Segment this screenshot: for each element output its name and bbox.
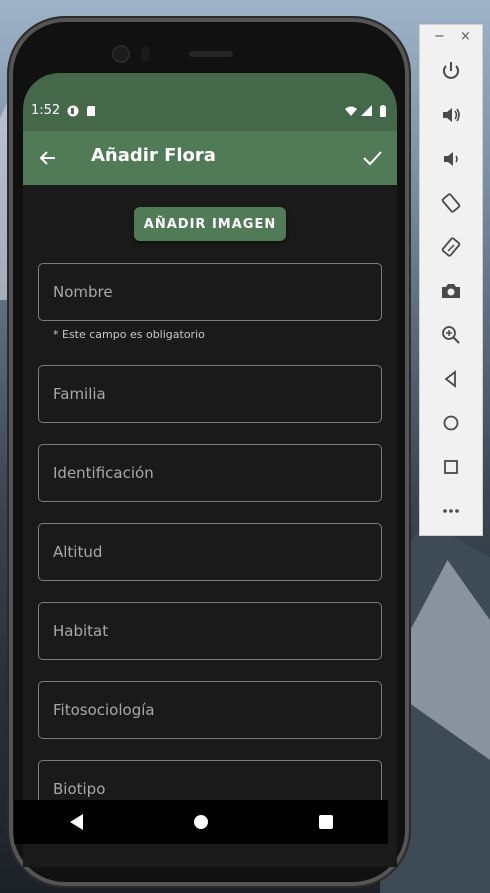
- camera-icon: [442, 284, 460, 298]
- emulator-toolbar: − ×: [419, 24, 483, 536]
- rotate-left-button[interactable]: [437, 189, 465, 217]
- overview-icon: [444, 460, 458, 474]
- emulator-overview-button[interactable]: [437, 453, 465, 481]
- phone-frame: 1:52 Añadir Flora AÑADIR IMAGEN Nombre *…: [9, 18, 409, 886]
- phone-bezel-top: [9, 18, 409, 78]
- back-icon: [444, 370, 456, 388]
- home-icon: [443, 415, 459, 431]
- rotate-left-icon: [441, 193, 461, 213]
- volume-down-button[interactable]: [437, 145, 465, 173]
- familia-input[interactable]: [39, 366, 381, 422]
- rotate-right-icon: [441, 237, 461, 257]
- battery-icon: [380, 105, 386, 117]
- status-bar: 1:52: [23, 73, 397, 131]
- power-icon: [443, 62, 459, 79]
- zoom-icon: [442, 326, 460, 344]
- notification-app-icon: [67, 105, 79, 117]
- emulator-back-button[interactable]: [437, 365, 465, 393]
- page-title: Añadir Flora: [91, 145, 216, 166]
- volume-up-button[interactable]: [437, 101, 465, 129]
- close-button[interactable]: ×: [460, 29, 471, 44]
- app-bar: Añadir Flora: [23, 131, 397, 185]
- add-image-button[interactable]: AÑADIR IMAGEN: [134, 207, 286, 241]
- habitat-input[interactable]: [39, 603, 381, 659]
- identificacion-field[interactable]: [38, 444, 382, 502]
- fitosociologia-input[interactable]: [39, 682, 381, 738]
- more-icon: [443, 509, 459, 513]
- volume-down-icon: [444, 152, 458, 166]
- save-check-icon[interactable]: [361, 147, 383, 169]
- altitud-input[interactable]: [39, 524, 381, 580]
- nav-home-icon[interactable]: [193, 815, 208, 829]
- status-time: 1:52: [31, 103, 61, 118]
- signal-icon: [361, 105, 372, 116]
- minimize-button[interactable]: −: [434, 29, 445, 44]
- nav-recents-icon[interactable]: [318, 815, 333, 829]
- nombre-input[interactable]: [39, 264, 381, 320]
- altitud-field[interactable]: [38, 523, 382, 581]
- sensor: [141, 46, 149, 62]
- phone-screen: 1:52 Añadir Flora AÑADIR IMAGEN Nombre *…: [23, 73, 397, 867]
- toolbar-window-controls: − ×: [420, 29, 482, 47]
- more-button[interactable]: [437, 497, 465, 525]
- habitat-field[interactable]: [38, 602, 382, 660]
- notification-icons: [67, 105, 97, 117]
- earpiece-speaker: [189, 51, 233, 57]
- familia-field[interactable]: [38, 365, 382, 423]
- fitosociologia-field[interactable]: [38, 681, 382, 739]
- system-icons: [345, 105, 389, 117]
- nombre-field[interactable]: [38, 263, 382, 321]
- wifi-icon: [345, 106, 357, 116]
- power-button[interactable]: [437, 57, 465, 85]
- screenshot-button[interactable]: [437, 277, 465, 305]
- rotate-right-button[interactable]: [437, 233, 465, 261]
- android-nav-bar: [14, 800, 388, 844]
- volume-up-icon: [443, 108, 460, 122]
- front-camera: [114, 47, 128, 61]
- back-arrow-icon[interactable]: [38, 148, 58, 168]
- emulator-home-button[interactable]: [437, 409, 465, 437]
- identificacion-input[interactable]: [39, 445, 381, 501]
- required-helper-text: * Este campo es obligatorio: [53, 328, 205, 341]
- form-content: AÑADIR IMAGEN * Este campo es obligatori…: [23, 185, 397, 867]
- zoom-button[interactable]: [437, 321, 465, 349]
- nav-back-icon[interactable]: [69, 814, 83, 830]
- sd-card-icon: [87, 106, 95, 116]
